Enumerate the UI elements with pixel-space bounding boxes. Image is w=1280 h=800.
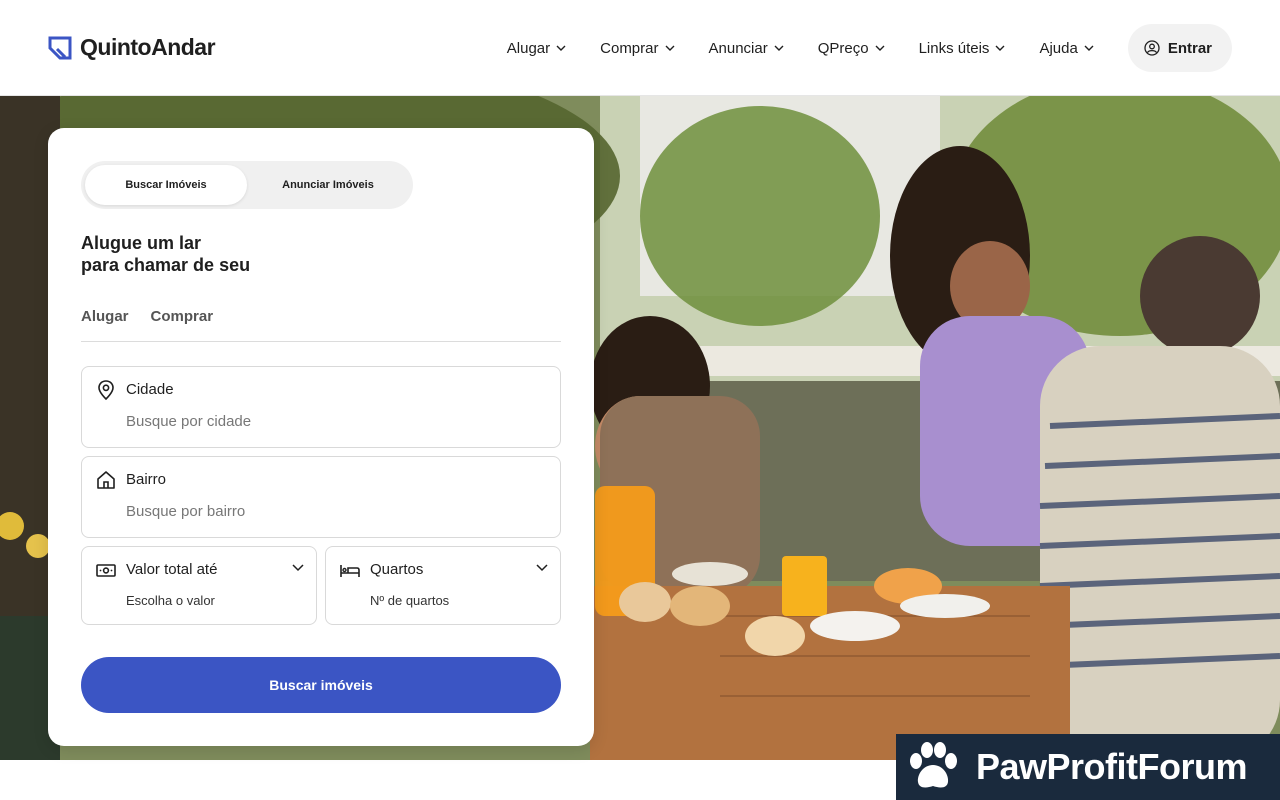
rooms-label: Quartos xyxy=(370,561,424,578)
anunciar-imoveis-tab[interactable]: Anunciar Imóveis xyxy=(247,165,409,205)
logo-icon xyxy=(48,36,72,59)
search-headline: Alugue um lar para chamar de seu xyxy=(81,232,250,276)
neighborhood-input[interactable]: Busque por bairro xyxy=(126,503,245,520)
chevron-down-icon xyxy=(774,45,784,51)
search-card: Buscar Imóveis Anunciar Imóveis Alugue u… xyxy=(48,128,594,746)
nav-label: QPreço xyxy=(817,39,869,57)
rooms-value: Nº de quartos xyxy=(370,593,450,608)
city-input[interactable]: Busque por cidade xyxy=(126,413,251,430)
chevron-down-icon xyxy=(292,564,304,572)
city-label: Cidade xyxy=(126,381,174,398)
nav-item-links-uteis[interactable]: Links úteis xyxy=(919,40,1006,57)
neighborhood-field[interactable]: Bairro Busque por bairro xyxy=(81,456,561,538)
chevron-down-icon xyxy=(1084,45,1094,51)
price-value: Escolha o valor xyxy=(126,593,215,608)
price-label: Valor total até xyxy=(126,561,218,578)
login-label: Entrar xyxy=(1167,39,1212,57)
nav-item-anunciar[interactable]: Anunciar xyxy=(709,40,784,57)
nav-item-qpreco[interactable]: QPreço xyxy=(818,40,885,57)
nav-item-ajuda[interactable]: Ajuda xyxy=(1039,39,1094,57)
chevron-down-icon xyxy=(995,45,1005,51)
paw-icon xyxy=(910,742,957,788)
rooms-select[interactable]: Quartos Nº de quartos xyxy=(325,546,561,625)
login-button[interactable]: Entrar xyxy=(1127,24,1232,72)
headline-line-2: para chamar de seu xyxy=(81,255,251,275)
chevron-down-icon xyxy=(665,45,674,51)
city-field[interactable]: Cidade Busque por cidade xyxy=(81,366,561,448)
main-nav: Alugar Comprar Anunciar QPreço Links úte… xyxy=(473,24,1232,72)
search-mode-toggle: Buscar Imóveis Anunciar Imóveis xyxy=(81,161,413,209)
nav-label: Ajuda xyxy=(1039,39,1078,57)
tab-alugar[interactable]: Alugar xyxy=(81,308,129,341)
chevron-down-icon xyxy=(536,564,548,572)
watermark-text: PawProfitForum xyxy=(976,746,1248,787)
deal-type-tabs: Alugar Comprar xyxy=(81,308,561,342)
nav-label: Alugar xyxy=(506,39,551,57)
chevron-down-icon xyxy=(556,45,566,51)
price-select[interactable]: Valor total até Escolha o valor xyxy=(81,546,317,625)
chevron-down-icon xyxy=(875,45,885,51)
buscar-imoveis-tab[interactable]: Buscar Imóveis xyxy=(85,165,247,205)
nav-label: Links úteis xyxy=(918,39,990,57)
neighborhood-label: Bairro xyxy=(126,471,167,488)
logo-text: QuintoAndar xyxy=(80,34,216,60)
tab-comprar[interactable]: Comprar xyxy=(151,308,214,341)
headline-line-1: Alugue um lar xyxy=(81,233,202,253)
location-pin-icon xyxy=(98,380,114,401)
watermark-badge: PawProfitForum xyxy=(896,734,1280,800)
quintoandar-logo[interactable]: QuintoAndar xyxy=(48,34,216,61)
nav-item-alugar[interactable]: Alugar xyxy=(507,40,566,57)
money-icon xyxy=(96,564,116,577)
user-icon xyxy=(1144,40,1160,56)
site-header: QuintoAndar Alugar Comprar Anunciar QPre… xyxy=(0,0,1280,96)
search-button[interactable]: Buscar imóveis xyxy=(81,657,561,713)
nav-item-comprar[interactable]: Comprar xyxy=(600,40,674,57)
bed-icon xyxy=(340,565,360,577)
nav-label: Comprar xyxy=(600,39,659,57)
nav-label: Anunciar xyxy=(708,39,768,57)
house-icon xyxy=(97,471,115,489)
